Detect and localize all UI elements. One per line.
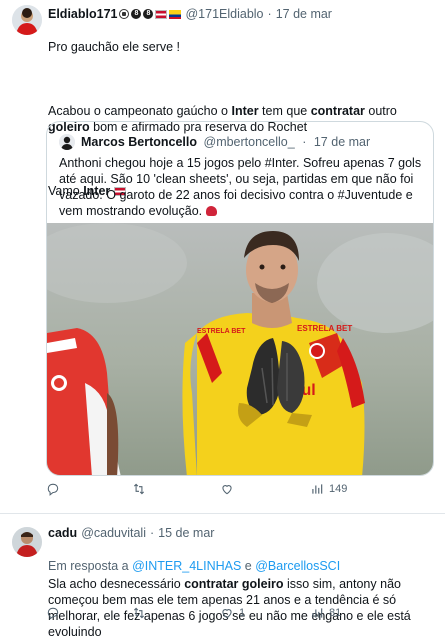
reply-button[interactable]	[46, 606, 65, 620]
number-badge-icon: 8	[131, 9, 142, 19]
sleeve-text: ESTRELA BET	[197, 328, 246, 335]
quote-text: Anthoni chegou hoje a 15 jogos pelo #Int…	[59, 156, 422, 218]
sponsor-text: ESTRELA BET	[297, 324, 352, 333]
like-icon	[222, 609, 232, 619]
avatar[interactable]	[12, 527, 42, 557]
tweet-cadu[interactable]: cadu @caduvitali · 15 de mar Em resposta…	[0, 514, 445, 643]
like-button[interactable]: 1	[220, 605, 245, 621]
name-emojis: 8 8	[119, 9, 182, 19]
author-handle[interactable]: @mbertoncello_	[204, 135, 295, 149]
flag-austria-icon	[155, 9, 168, 19]
author-handle[interactable]: @caduvitali	[81, 525, 146, 541]
separator-dot: ·	[302, 135, 307, 149]
flag-colombia-icon	[169, 9, 182, 19]
quote-header: Marcos Bertoncello @mbertoncello_ · 17 d…	[81, 134, 370, 150]
avatar[interactable]	[59, 134, 75, 150]
reply-icon	[47, 483, 59, 496]
avatar[interactable]	[12, 5, 42, 35]
author-name[interactable]: Marcos Bertoncello	[81, 135, 197, 149]
quote-media-image[interactable]: ESTRELA BET ESTRELA BET sisrul	[47, 223, 433, 475]
views-button[interactable]: 81	[310, 605, 341, 621]
views-icon	[312, 484, 323, 494]
tweet-header: cadu @caduvitali · 15 de mar	[48, 525, 214, 541]
tweet-date[interactable]: 17 de mar	[276, 6, 332, 22]
author-name[interactable]: cadu	[48, 525, 77, 541]
retweet-icon	[133, 607, 145, 619]
tweet-text: Sla acho desnecessário contratar goleiro…	[48, 577, 411, 639]
reply-button[interactable]	[46, 482, 65, 496]
separator-dot: ·	[267, 7, 272, 21]
retweet-icon	[133, 483, 145, 495]
boxing-glove-icon	[205, 206, 217, 216]
tweet-eldiablo[interactable]: Eldiablo171 8 8 @171Eldiablo · 17 de mar…	[0, 0, 445, 514]
separator-dot: ·	[150, 526, 155, 540]
views-icon	[312, 608, 323, 618]
like-icon	[222, 485, 232, 495]
number-badge-icon: 8	[143, 9, 154, 19]
tweet-date[interactable]: 17 de mar	[314, 135, 370, 149]
tweet-header: Eldiablo171 8 8 @171Eldiablo · 17 de mar	[48, 6, 332, 22]
tweet-date[interactable]: 15 de mar	[158, 525, 214, 541]
author-name[interactable]: Eldiablo171	[48, 6, 117, 22]
retweet-button[interactable]	[132, 482, 151, 496]
views-button[interactable]: 149	[310, 481, 347, 497]
retweet-button[interactable]	[132, 606, 151, 620]
author-handle[interactable]: @171Eldiablo	[185, 6, 263, 22]
like-button[interactable]	[220, 482, 239, 496]
soccer-ball-icon	[119, 9, 130, 19]
quoted-tweet[interactable]: Marcos Bertoncello @mbertoncello_ · 17 d…	[46, 121, 434, 476]
text-line: Pro gauchão ele serve !	[48, 40, 181, 54]
reply-icon	[47, 607, 59, 620]
